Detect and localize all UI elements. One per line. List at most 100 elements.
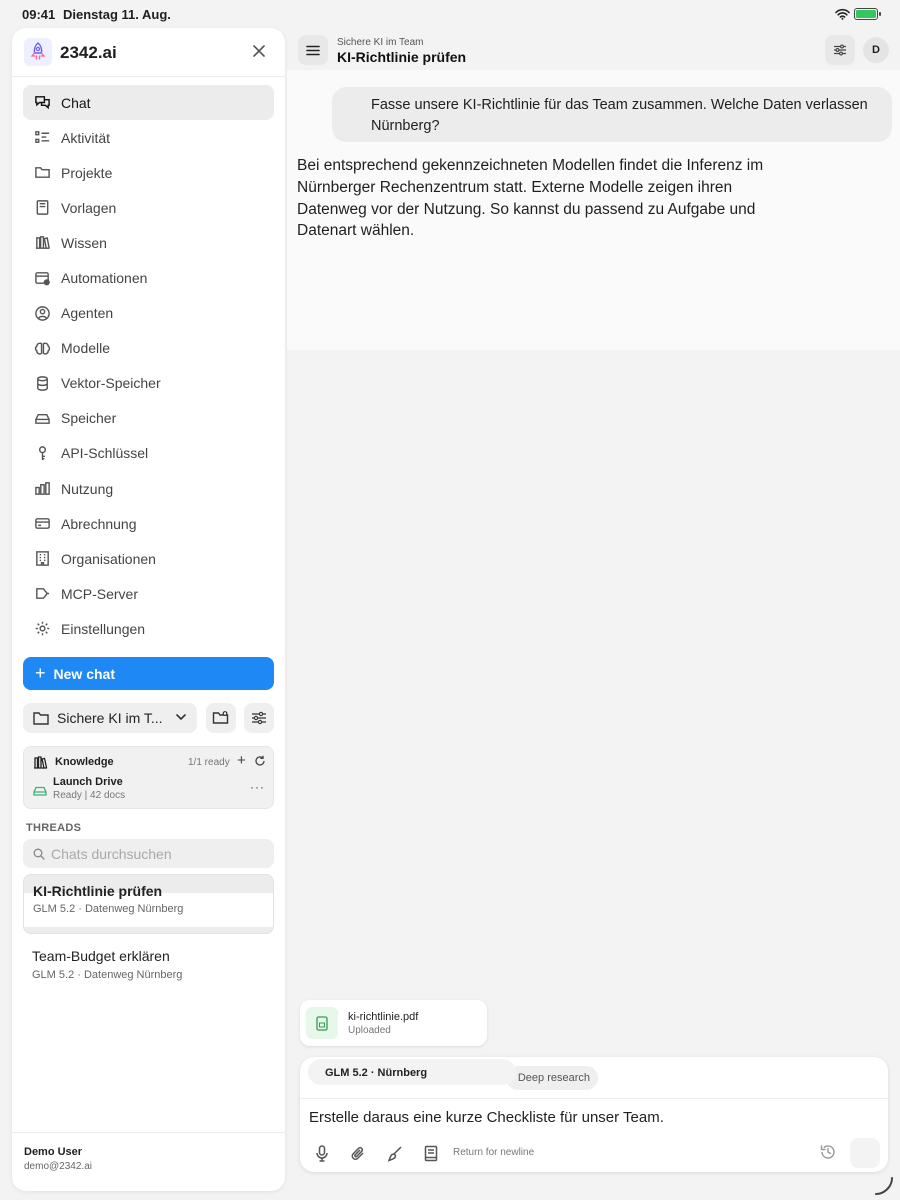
message-input[interactable]: Erstelle daraus eine kurze Checkliste fü…: [309, 1109, 664, 1126]
new-chat-button[interactable]: + New chat: [23, 657, 274, 690]
menu-button[interactable]: [298, 35, 328, 65]
send-button[interactable]: [850, 1138, 880, 1168]
status-date: Dienstag 11. Aug.: [63, 7, 171, 22]
key-icon: [33, 444, 51, 462]
user-email: demo@2342.ai: [24, 1161, 92, 1172]
sidebar-header: 2342.ai: [12, 28, 285, 76]
close-sidebar-button[interactable]: [248, 40, 270, 62]
sidebar-item-abrechnung[interactable]: Abrechnung: [23, 506, 274, 541]
sidebar-item-chat[interactable]: Chat: [23, 85, 274, 121]
user-name: Demo User: [24, 1146, 83, 1158]
chevron-down-icon: [176, 714, 186, 721]
new-folder-button[interactable]: [206, 703, 236, 733]
sidebar-divider: [12, 76, 285, 77]
pdf-file-icon: [306, 1007, 338, 1039]
sidebar-item-speicher[interactable]: Speicher: [23, 401, 274, 436]
thread-search: [23, 839, 274, 868]
brush-icon: [387, 1145, 402, 1162]
brand-name: 2342.ai: [60, 43, 117, 62]
folder-icon: [33, 712, 49, 725]
thread-meta: GLM 5.2 · Datenweg Nürnberg: [33, 903, 184, 915]
sidebar-item-label: Chat: [61, 94, 91, 111]
sidebar-item-label: Vektor-Speicher: [61, 375, 161, 392]
sidebar-item-label: Automationen: [61, 270, 148, 287]
usage-bars-icon: [33, 480, 51, 498]
automation-calendar-icon: [33, 269, 51, 287]
sidebar-item-modelle[interactable]: Modelle: [23, 331, 274, 366]
assistant-message: Bei entsprechend gekennzeichneten Modell…: [297, 157, 764, 240]
prompt-library-button[interactable]: [421, 1143, 441, 1163]
history-icon: [820, 1145, 835, 1159]
plus-icon: +: [35, 663, 46, 683]
sidebar-item-label: Projekte: [61, 164, 113, 181]
brush-button[interactable]: [385, 1143, 405, 1163]
page-title: KI-Richtlinie prüfen: [337, 49, 467, 65]
search-input[interactable]: [51, 845, 261, 862]
sidebar-item-mcp-server[interactable]: MCP-Server: [23, 576, 274, 611]
knowledge-panel: Knowledge 1/1 ready + Launch Drive Ready…: [23, 746, 274, 809]
threads-heading: THREADS: [26, 822, 82, 834]
sliders-icon: [252, 711, 266, 725]
breadcrumb: Sichere KI im Team: [337, 37, 424, 48]
folder-settings-icon: [212, 711, 229, 724]
paperclip-icon: [351, 1146, 364, 1160]
sidebar-item-organisationen[interactable]: Organisationen: [23, 541, 274, 576]
sidebar-item-automationen[interactable]: Automationen: [23, 260, 274, 295]
user-message: Fasse unsere KI-Richtlinie für das Team …: [332, 87, 892, 142]
model-selector[interactable]: GLM 5.2 · Nürnberg: [308, 1059, 516, 1085]
attach-button[interactable]: [348, 1143, 368, 1163]
plug-icon: [33, 585, 51, 603]
add-knowledge-button[interactable]: +: [237, 752, 246, 769]
sidebar-item-projekte[interactable]: Projekte: [23, 155, 274, 190]
building-icon: [33, 550, 51, 568]
knowledge-ready-count: 1/1 ready: [188, 757, 230, 768]
sidebar-item-label: Modelle: [61, 340, 111, 357]
user-profile[interactable]: Demo User demo@2342.ai: [12, 1132, 285, 1191]
sidebar-item-einstellungen[interactable]: Einstellungen: [23, 611, 274, 646]
sidebar-item-vektor-speicher[interactable]: Vektor-Speicher: [23, 366, 274, 401]
thread-title: Team-Budget erklären: [32, 948, 170, 964]
wifi-icon: [835, 7, 850, 25]
filter-button[interactable]: [244, 703, 274, 733]
credit-card-icon: [33, 515, 51, 533]
sidebar-item-label: MCP-Server: [61, 585, 139, 602]
thread-item[interactable]: Team-Budget erklären GLM 5.2 · Datenweg …: [23, 941, 274, 991]
history-button[interactable]: [819, 1143, 837, 1166]
sidebar-item-api-schluessel[interactable]: API-Schlüssel: [23, 436, 274, 471]
microphone-button[interactable]: [312, 1143, 332, 1163]
sidebar-item-nutzung[interactable]: Nutzung: [23, 471, 274, 506]
new-chat-label: New chat: [53, 665, 115, 682]
deep-research-toggle[interactable]: Deep research: [506, 1066, 598, 1090]
more-options-button[interactable]: ···: [250, 780, 265, 794]
status-bar: 09:41 Dienstag 11. Aug.: [0, 0, 900, 28]
conversation-header: Sichere KI im Team KI-Richtlinie prüfen …: [287, 28, 900, 70]
microphone-icon: [316, 1144, 328, 1162]
thread-title: KI-Richtlinie prüfen: [33, 883, 163, 899]
sidebar: 2342.ai Chat Aktivität Projekte Vorlagen…: [12, 28, 285, 1191]
newline-hint: Return for newline: [453, 1147, 535, 1158]
drive-status: Ready | 42 docs: [53, 790, 126, 801]
sidebar-item-label: Speicher: [61, 410, 117, 427]
chat-bubbles-icon: [33, 94, 51, 112]
sidebar-item-label: Einstellungen: [61, 620, 146, 637]
drive-icon: [33, 409, 51, 427]
chat-transcript: Fasse unsere KI-Richtlinie für das Team …: [287, 70, 900, 350]
chat-settings-button[interactable]: [825, 35, 855, 65]
sidebar-item-agenten[interactable]: Agenten: [23, 296, 274, 331]
sidebar-item-label: Abrechnung: [61, 515, 137, 532]
project-selector[interactable]: Sichere KI im T...: [23, 703, 197, 733]
sidebar-item-vorlagen[interactable]: Vorlagen: [23, 190, 274, 225]
refresh-icon[interactable]: [254, 754, 266, 772]
battery-icon: [854, 8, 881, 20]
resize-handle-icon[interactable]: [874, 1176, 894, 1200]
thread-item[interactable]: KI-Richtlinie prüfen GLM 5.2 · Datenweg …: [23, 874, 274, 934]
project-name: Sichere KI im T...: [57, 710, 163, 726]
sidebar-item-label: Nutzung: [61, 480, 114, 497]
avatar[interactable]: D: [863, 37, 889, 63]
sidebar-item-wissen[interactable]: Wissen: [23, 225, 274, 260]
sidebar-item-label: API-Schlüssel: [61, 445, 149, 462]
gear-icon: [33, 620, 51, 638]
attachment-card[interactable]: ki-richtlinie.pdf Uploaded: [300, 1000, 487, 1046]
sidebar-item-aktivitaet[interactable]: Aktivität: [23, 120, 274, 155]
brain-icon: [33, 339, 51, 357]
